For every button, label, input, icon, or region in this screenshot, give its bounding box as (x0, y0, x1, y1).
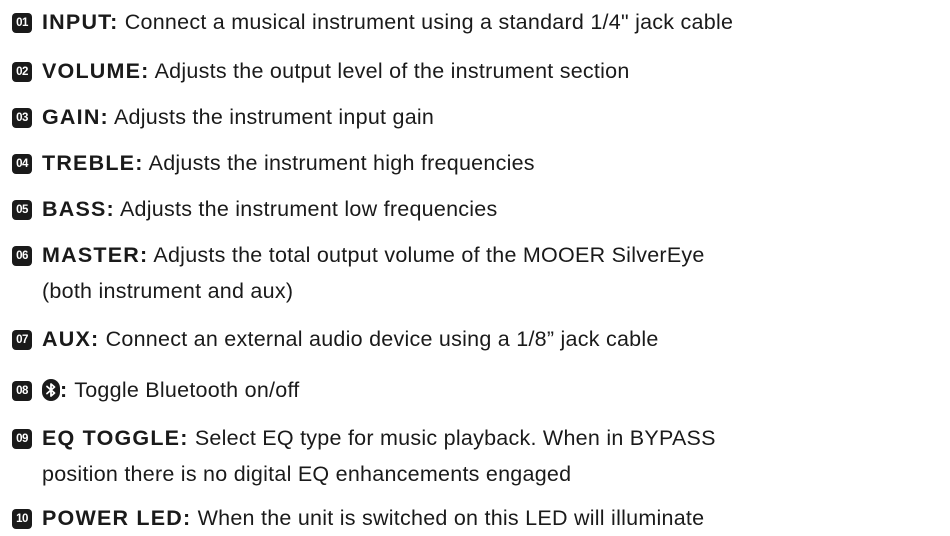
item-number-badge: 08 (12, 381, 32, 401)
list-item: 04 TREBLE: Adjusts the instrument high fr… (12, 145, 947, 181)
item-number-badge: 01 (12, 13, 32, 33)
item-number-badge: 02 (12, 62, 32, 82)
item-number-badge: 03 (12, 108, 32, 128)
list-item: 01 INPUT: Connect a musical instrument us… (12, 4, 947, 40)
item-heading: VOLUME: (42, 59, 150, 83)
list-item: 10 POWER LED: When the unit is switched o… (12, 500, 947, 536)
item-description-continued: (both instrument and aux) (42, 279, 294, 303)
list-item: 06 MASTER: Adjusts the total output volum… (12, 237, 947, 309)
item-description: Select EQ type for music playback. When … (188, 426, 716, 450)
item-heading: EQ TOGGLE: (42, 426, 189, 450)
list-item: 07 AUX: Connect an external audio device … (12, 321, 947, 357)
item-description: Adjusts the output level of the instrume… (149, 59, 630, 83)
item-description: Toggle Bluetooth on/off (68, 378, 300, 402)
list-item: 09 EQ TOGGLE: Select EQ type for music pl… (12, 420, 947, 492)
item-number-badge: 04 (12, 154, 32, 174)
item-number-badge: 07 (12, 330, 32, 350)
item-description-continued: position there is no digital EQ enhancem… (42, 462, 572, 486)
item-heading: BASS: (42, 197, 115, 221)
item-description: Connect an external audio device using a… (99, 327, 659, 351)
item-heading: POWER LED: (42, 506, 192, 530)
list-item: 08: Toggle Bluetooth on/off (12, 372, 947, 408)
item-description: Adjusts the instrument input gain (108, 105, 435, 129)
item-heading: TREBLE: (42, 151, 144, 175)
item-heading: MASTER: (42, 243, 149, 267)
bluetooth-icon (42, 379, 60, 401)
item-number-badge: 06 (12, 246, 32, 266)
item-description: Adjusts the instrument low frequencies (114, 197, 498, 221)
item-description: When the unit is switched on this LED wi… (191, 506, 705, 530)
list-item: 02 VOLUME: Adjusts the output level of th… (12, 53, 947, 89)
item-description: Adjusts the instrument high frequencies (143, 151, 535, 175)
item-heading: GAIN: (42, 105, 109, 129)
list-item: 05 BASS: Adjusts the instrument low frequ… (12, 191, 947, 227)
item-number-badge: 10 (12, 509, 32, 529)
item-description: Connect a musical instrument using a sta… (118, 10, 734, 34)
item-heading: AUX: (42, 327, 100, 351)
item-number-badge: 05 (12, 200, 32, 220)
list-item: 03 GAIN: Adjusts the instrument input gai… (12, 99, 947, 135)
item-heading: INPUT: (42, 10, 119, 34)
item-description: Adjusts the total output volume of the M… (148, 243, 705, 267)
item-number-badge: 09 (12, 429, 32, 449)
